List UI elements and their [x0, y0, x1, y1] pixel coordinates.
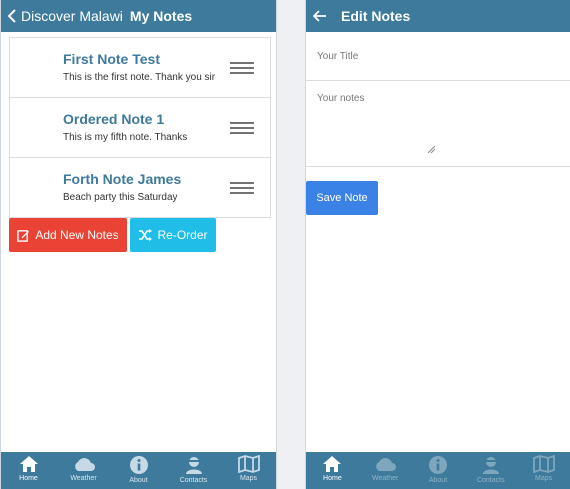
- back-label: Discover Malawi: [21, 8, 123, 24]
- tab-label: Home: [19, 475, 38, 482]
- reorder-button[interactable]: Re-Order: [130, 218, 216, 252]
- map-icon: [237, 455, 260, 473]
- tab-contacts[interactable]: Contacts: [166, 452, 221, 489]
- note-title: Forth Note James: [63, 171, 182, 187]
- info-icon: [129, 456, 148, 474]
- bottom-tab-bar: Home Weather About Contacts Maps: [1, 452, 276, 489]
- tab-label: About: [428, 477, 448, 484]
- drag-handle-icon[interactable]: [230, 62, 254, 74]
- tab-maps[interactable]: Maps: [517, 452, 570, 489]
- cloud-icon: [376, 458, 397, 471]
- drag-handle-icon[interactable]: [230, 122, 254, 134]
- info-icon: [428, 456, 447, 474]
- tab-label: Maps: [239, 475, 258, 482]
- notes-list: First Note Test This is the first note. …: [9, 37, 271, 218]
- page-title: Edit Notes: [341, 8, 411, 24]
- tab-label: Maps: [535, 475, 553, 482]
- note-item[interactable]: Ordered Note 1 This is my fifth note. Th…: [10, 98, 270, 158]
- bottom-tab-bar: Home Weather About Contacts Maps: [306, 452, 570, 489]
- note-body: Beach party this Saturday: [63, 192, 178, 203]
- notes-field[interactable]: Your notes: [306, 81, 570, 167]
- note-body: This is my fifth note. Thanks: [63, 132, 188, 143]
- save-note-button[interactable]: Save Note: [306, 181, 378, 215]
- drag-handle-icon[interactable]: [230, 182, 254, 194]
- add-new-notes-button[interactable]: Add New Notes: [9, 218, 127, 252]
- title-placeholder: Your Title: [317, 51, 359, 62]
- person-icon: [482, 457, 499, 474]
- chevron-left-icon: [7, 9, 16, 23]
- tab-contacts[interactable]: Contacts: [464, 452, 517, 489]
- tab-maps[interactable]: Maps: [221, 452, 276, 489]
- my-notes-screen: Discover Malawi My Notes First Note Test…: [0, 0, 277, 489]
- home-icon: [19, 456, 38, 472]
- tab-weather[interactable]: Weather: [56, 452, 111, 489]
- note-title: Ordered Note 1: [63, 111, 165, 127]
- tab-label: About: [129, 477, 148, 484]
- notes-placeholder: Your notes: [317, 93, 365, 104]
- tab-label: Contacts: [179, 477, 208, 484]
- back-button[interactable]: Discover Malawi: [1, 8, 123, 24]
- note-item[interactable]: Forth Note James Beach party this Saturd…: [10, 158, 270, 217]
- map-icon: [532, 455, 555, 473]
- page-title: My Notes: [129, 8, 193, 24]
- tab-home[interactable]: Home: [306, 452, 359, 489]
- tab-label: Contacts: [476, 477, 505, 484]
- add-new-notes-label: Add New Notes: [35, 228, 119, 242]
- tab-about[interactable]: About: [412, 452, 465, 489]
- shuffle-icon: [139, 229, 153, 241]
- edit-icon: [17, 229, 30, 242]
- title-field[interactable]: Your Title: [306, 32, 570, 81]
- tab-label: Weather: [70, 475, 97, 482]
- resize-handle-icon[interactable]: [428, 146, 435, 153]
- tab-home[interactable]: Home: [1, 452, 56, 489]
- cloud-icon: [74, 458, 95, 471]
- edit-notes-screen: Edit Notes Your Title Your notes Save No…: [305, 0, 570, 489]
- tab-label: Weather: [372, 475, 399, 482]
- reorder-label: Re-Order: [157, 228, 208, 242]
- person-icon: [185, 457, 202, 474]
- note-body: This is the first note. Thank you sir: [63, 72, 215, 83]
- note-item[interactable]: First Note Test This is the first note. …: [10, 38, 270, 98]
- header-bar: Discover Malawi My Notes: [1, 0, 276, 32]
- tab-weather[interactable]: Weather: [359, 452, 412, 489]
- home-icon: [323, 456, 342, 472]
- tab-about[interactable]: About: [111, 452, 166, 489]
- tab-label: Home: [323, 475, 342, 482]
- arrow-left-icon[interactable]: [313, 10, 327, 22]
- note-title: First Note Test: [63, 51, 160, 67]
- header-bar: Edit Notes: [306, 0, 570, 32]
- save-note-label: Save Note: [316, 192, 368, 204]
